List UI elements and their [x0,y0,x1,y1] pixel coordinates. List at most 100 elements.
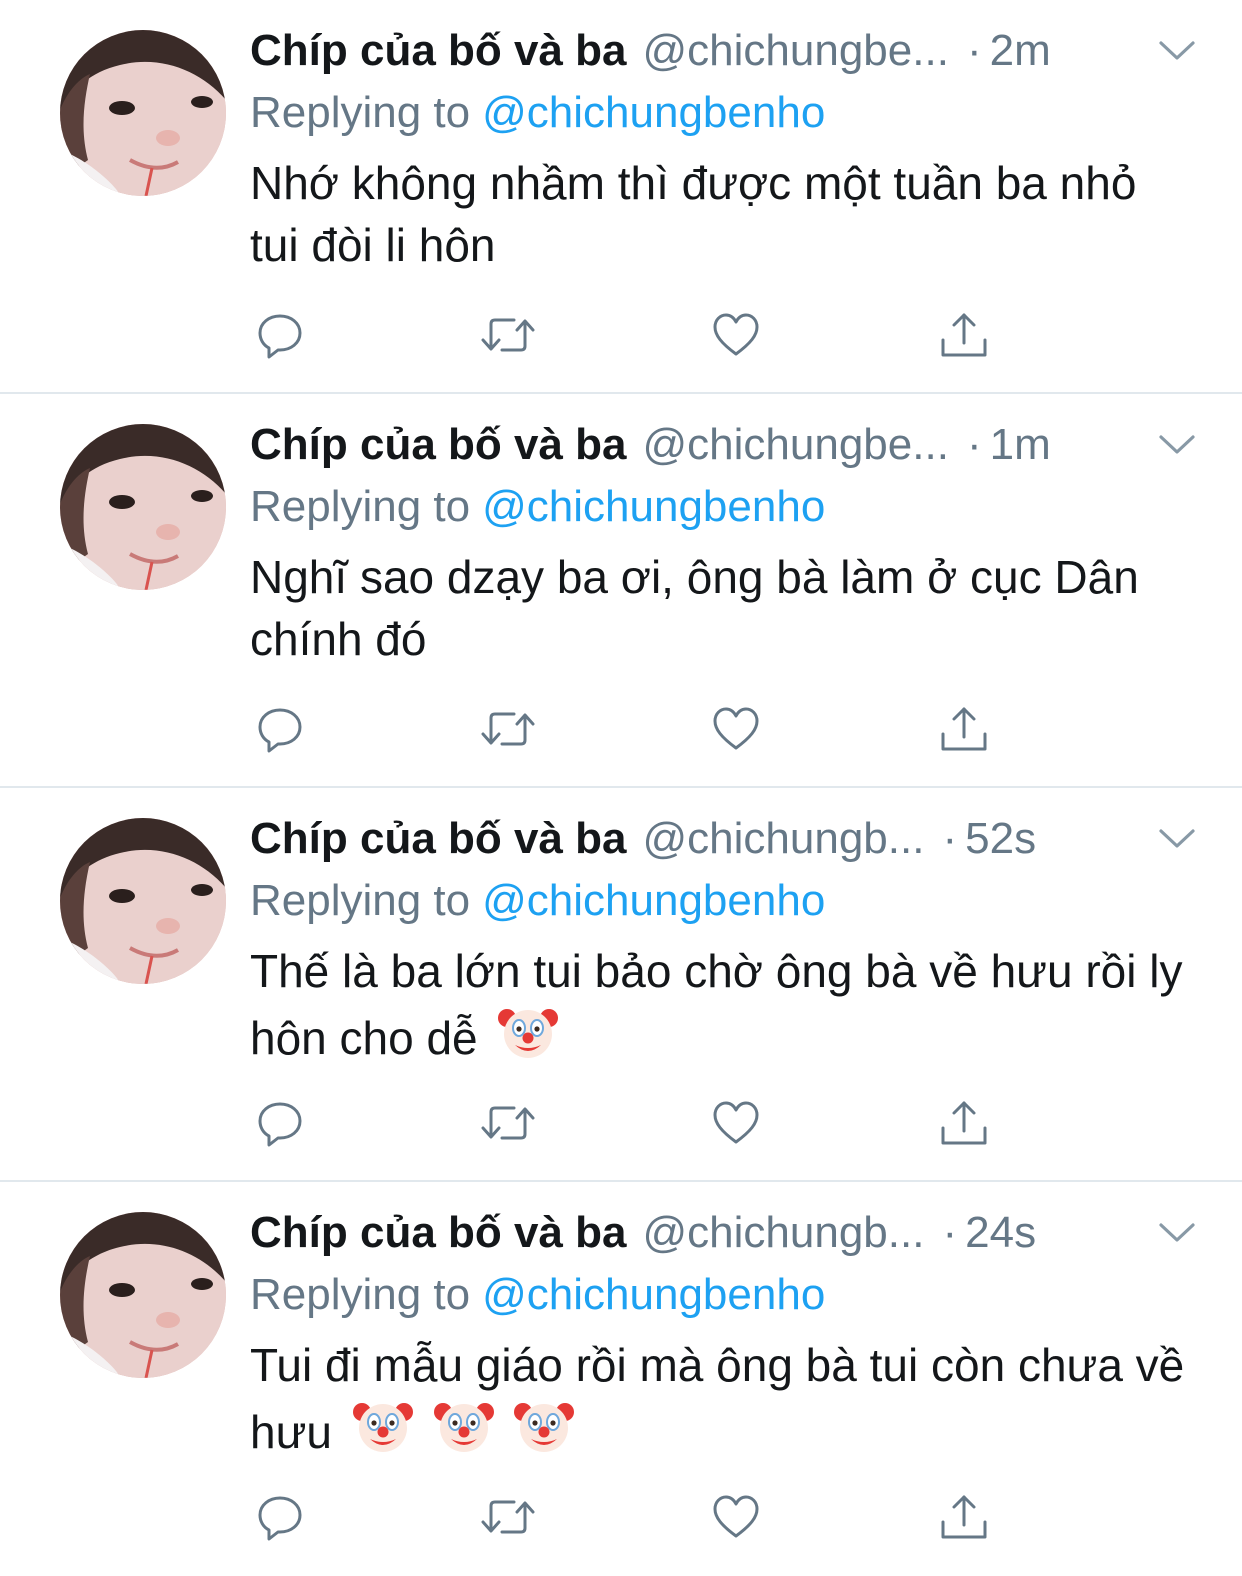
tweet-actions [250,1487,1010,1547]
replying-to: Replying to @chichungbenho [250,870,1202,932]
reply-icon [258,1102,302,1147]
avatar[interactable] [60,424,226,590]
tweet-content: Chíp của bố và ba @chichungbe... · 1m Re… [250,414,1202,670]
timestamp[interactable]: 2m [990,20,1051,82]
reply-icon [258,314,302,359]
tweet-actions [250,305,1010,365]
avatar-photo [60,424,226,590]
username-handle[interactable]: @chichungbe... [643,20,949,82]
avatar-photo [60,1212,226,1378]
retweet-icon [481,1500,535,1534]
tweet-text: Tui đi mẫu giáo rồi mà ông bà tui còn ch… [250,1334,1190,1471]
avatar[interactable] [60,1212,226,1378]
tweet-thread: Chíp của bố và ba @chichungbe... · 2m Re… [0,0,1242,1576]
username-handle[interactable]: @chichungbe... [643,414,949,476]
like-button[interactable] [706,1093,766,1153]
tweet-text: Thế là ba lớn tui bảo chờ ông bà về hưu … [250,940,1190,1077]
tweet-actions [250,1093,1010,1153]
tweet-content: Chíp của bố và ba @chichungb... · 24s Re… [250,1202,1202,1471]
reply-icon [258,1496,302,1541]
retweet-button[interactable] [478,1487,538,1547]
avatar[interactable] [60,30,226,196]
reply-icon [258,708,302,753]
replying-to: Replying to @chichungbenho [250,82,1202,144]
like-button[interactable] [706,1487,766,1547]
tweet[interactable]: Chíp của bố và ba @chichungb... · 24s Re… [0,1182,1242,1576]
tweet[interactable]: Chíp của bố và ba @chichungbe... · 1m Re… [0,394,1242,788]
clown-face-emoji [352,1396,413,1471]
avatar-photo [60,818,226,984]
timestamp[interactable]: 1m [990,414,1051,476]
replying-to-label: Replying to [250,876,471,925]
replying-to: Replying to @chichungbenho [250,476,1202,538]
separator-dot: · [966,26,982,75]
chevron-down-icon[interactable] [1152,808,1202,870]
tweet-text: Nhớ không nhầm thì được một tuần ba nhỏ … [250,152,1190,276]
separator-dot: · [942,1208,958,1257]
heart-icon [713,313,759,356]
tweet-text-body: Thế là ba lớn tui bảo chờ ông bà về hưu … [250,945,1183,1064]
share-icon [941,707,987,751]
clown-face-emoji [498,1002,559,1077]
replying-to-link[interactable]: @chichungbenho [482,88,825,137]
replying-to: Replying to @chichungbenho [250,1264,1202,1326]
tweet-header: Chíp của bố và ba @chichungbe... · 1m [250,414,1202,476]
share-icon [941,313,987,357]
replying-to-label: Replying to [250,88,471,137]
like-button[interactable] [706,305,766,365]
tweet-text-body: Nhớ không nhầm thì được một tuần ba nhỏ … [250,157,1137,271]
replying-to-label: Replying to [250,1270,471,1319]
display-name[interactable]: Chíp của bố và ba [250,808,627,870]
tweet-text: Nghĩ sao dzạy ba ơi, ông bà làm ở cục Dâ… [250,546,1190,670]
share-icon [941,1101,987,1145]
chevron-down-icon[interactable] [1152,1202,1202,1264]
avatar-photo [60,30,226,196]
tweet-actions [250,699,1010,759]
username-handle[interactable]: @chichungb... [643,1202,925,1264]
retweet-button[interactable] [478,305,538,365]
heart-icon [713,1495,759,1538]
avatar[interactable] [60,818,226,984]
separator-dot: · [966,420,982,469]
reply-button[interactable] [250,305,310,365]
reply-button[interactable] [250,699,310,759]
share-button[interactable] [934,699,994,759]
tweet-content: Chíp của bố và ba @chichungb... · 52s Re… [250,808,1202,1077]
replying-to-link[interactable]: @chichungbenho [482,876,825,925]
retweet-icon [481,318,535,352]
retweet-button[interactable] [478,699,538,759]
reply-button[interactable] [250,1487,310,1547]
retweet-icon [481,1106,535,1140]
display-name[interactable]: Chíp của bố và ba [250,1202,627,1264]
like-button[interactable] [706,699,766,759]
share-button[interactable] [934,305,994,365]
heart-icon [713,1101,759,1144]
share-button[interactable] [934,1487,994,1547]
retweet-button[interactable] [478,1093,538,1153]
retweet-icon [481,712,535,746]
separator-dot: · [942,814,958,863]
tweet-text-body: Nghĩ sao dzạy ba ơi, ông bà làm ở cục Dâ… [250,551,1139,665]
timestamp[interactable]: 52s [965,808,1036,870]
chevron-down-icon[interactable] [1152,20,1202,82]
display-name[interactable]: Chíp của bố và ba [250,414,627,476]
username-handle[interactable]: @chichungb... [643,808,925,870]
share-icon [941,1495,987,1539]
replying-to-link[interactable]: @chichungbenho [482,1270,825,1319]
tweet-header: Chíp của bố và ba @chichungbe... · 2m [250,20,1202,82]
replying-to-link[interactable]: @chichungbenho [482,482,825,531]
clown-face-emoji [433,1396,494,1471]
tweet-header: Chíp của bố và ba @chichungb... · 24s [250,1202,1202,1264]
tweet[interactable]: Chíp của bố và ba @chichungb... · 52s Re… [0,788,1242,1182]
heart-icon [713,707,759,750]
tweet[interactable]: Chíp của bố và ba @chichungbe... · 2m Re… [0,0,1242,394]
clown-face-emoji [514,1396,575,1471]
tweet-header: Chíp của bố và ba @chichungb... · 52s [250,808,1202,870]
tweet-content: Chíp của bố và ba @chichungbe... · 2m Re… [250,20,1202,276]
display-name[interactable]: Chíp của bố và ba [250,20,627,82]
share-button[interactable] [934,1093,994,1153]
replying-to-label: Replying to [250,482,471,531]
timestamp[interactable]: 24s [965,1202,1036,1264]
reply-button[interactable] [250,1093,310,1153]
chevron-down-icon[interactable] [1152,414,1202,476]
